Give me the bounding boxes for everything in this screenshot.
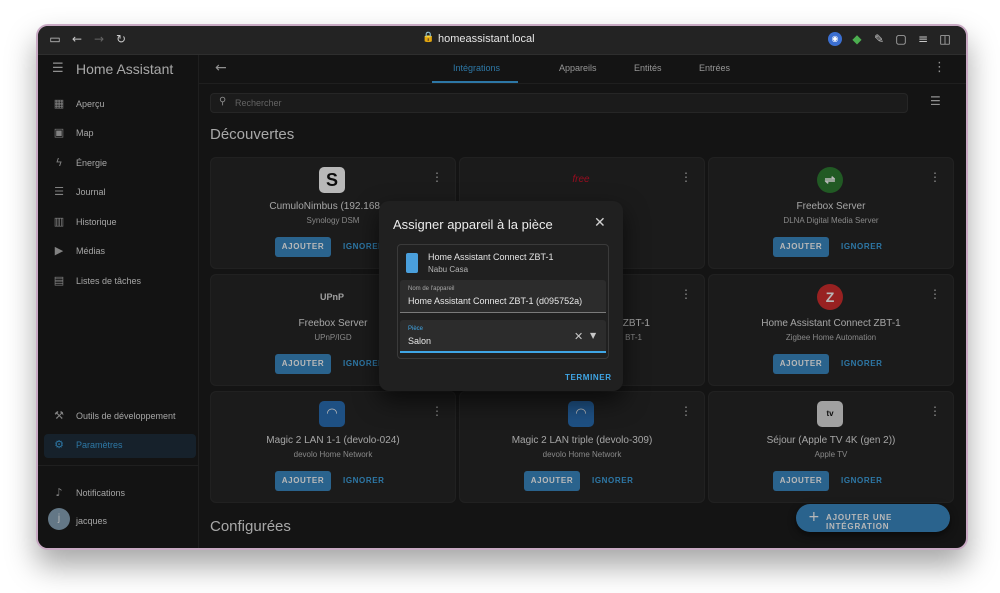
finish-button[interactable]: TERMINER [565,373,612,382]
room-field[interactable]: Pièce Salon ✕ ▼ [400,320,606,353]
device-manufacturer: Nabu Casa [428,265,469,274]
lock-icon: 🔒 [422,32,435,43]
field-label: Nom de l'appareil [408,286,455,292]
back-icon[interactable]: ← [70,32,84,46]
shield-icon[interactable]: ◆ [850,32,864,46]
clear-icon[interactable]: ✕ [574,330,583,343]
dialog-title: Assigner appareil à la pièce [393,217,553,232]
url-bar[interactable]: homeassistant.local [438,33,535,45]
field-label: Pièce [408,326,424,332]
browser-window: ▭ ← → ↻ 🔒 homeassistant.local ◉ ◆ ✎ ▢ ≡ … [36,24,968,550]
close-icon[interactable]: ✕ [594,215,606,231]
forward-icon[interactable]: → [92,32,106,46]
field-underline [400,312,606,313]
pen-icon[interactable]: ✎ [872,32,886,46]
reader-icon[interactable]: ≡ [916,32,930,46]
usb-stick-icon [406,253,418,273]
device-panel: Home Assistant Connect ZBT-1 Nabu Casa N… [397,244,609,359]
split-view-icon[interactable]: ◫ [938,32,952,46]
chevron-down-icon[interactable]: ▼ [590,331,596,340]
chat-icon[interactable]: ▢ [894,32,908,46]
extension-icon[interactable]: ◉ [828,32,842,46]
device-name-field[interactable]: Nom de l'appareil Home Assistant Connect… [400,280,606,313]
assign-room-dialog: Assigner appareil à la pièce ✕ Home Assi… [379,201,623,391]
field-underline [400,351,606,353]
room-select[interactable]: Salon [408,336,431,346]
device-name-input[interactable]: Home Assistant Connect ZBT-1 (d095752a) [408,296,582,306]
browser-toolbar: ▭ ← → ↻ 🔒 homeassistant.local ◉ ◆ ✎ ▢ ≡ … [38,26,966,55]
device-name: Home Assistant Connect ZBT-1 [428,252,554,262]
reload-icon[interactable]: ↻ [114,32,128,46]
sidebar-toggle-icon[interactable]: ▭ [48,32,62,46]
